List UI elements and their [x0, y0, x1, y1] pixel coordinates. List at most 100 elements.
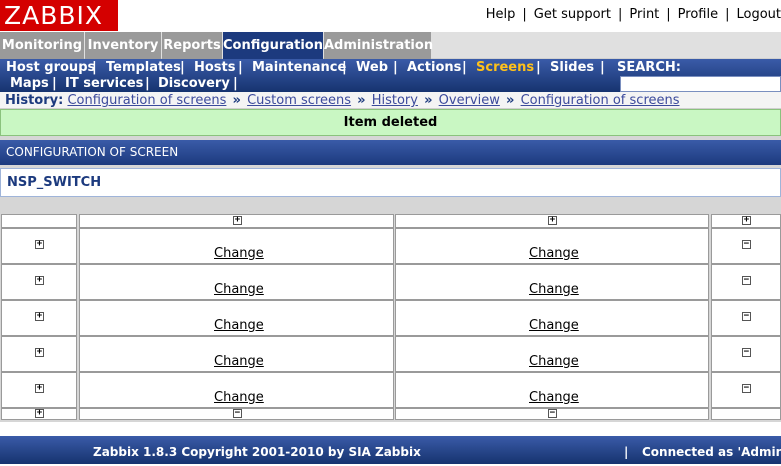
screen-grid: + + + + Change Change − + Change Change − + Change Ch…	[0, 212, 781, 422]
tab-inventory[interactable]: Inventory	[85, 32, 161, 59]
grid-cell: Change	[79, 300, 394, 336]
submenu-separator: |	[342, 60, 347, 75]
submenu-separator: |	[600, 60, 605, 75]
search-input[interactable]	[620, 76, 781, 92]
submenu-maps[interactable]: Maps	[10, 76, 49, 92]
top-links: Help | Get support | Print | Profile | Logout	[486, 7, 781, 25]
remove-row-icon[interactable]: −	[742, 348, 751, 357]
remove-row-icon[interactable]: −	[742, 240, 751, 249]
grid-cell: Change	[79, 264, 394, 300]
grid-cell	[1, 214, 77, 228]
change-link[interactable]: Change	[529, 318, 579, 333]
change-link[interactable]: Change	[214, 318, 264, 333]
logout-link[interactable]: Logout	[736, 7, 781, 22]
breadcrumb: History: Configuration of screens » Cust…	[0, 92, 781, 109]
grid-cell: +	[1, 408, 77, 420]
change-link[interactable]: Change	[214, 390, 264, 405]
footer: Zabbix 1.8.3 Copyright 2001-2010 by SIA …	[0, 436, 781, 464]
footer-connected-as: Connected as 'Admin'	[642, 445, 781, 459]
add-column-icon[interactable]: +	[548, 216, 557, 225]
remove-row-icon[interactable]: −	[742, 384, 751, 393]
grid-cell: +	[711, 214, 781, 228]
grid-cell: +	[1, 372, 77, 408]
submenu-discovery[interactable]: Discovery	[158, 76, 230, 92]
history-link-overview[interactable]: Overview	[439, 93, 500, 108]
change-link[interactable]: Change	[529, 354, 579, 369]
grid-cell: +	[79, 214, 394, 228]
history-arrow: »	[357, 93, 366, 108]
tab-configuration[interactable]: Configuration	[223, 32, 323, 59]
footer-copyright: Zabbix 1.8.3 Copyright 2001-2010 by SIA …	[93, 445, 421, 459]
submenu-hosts[interactable]: Hosts	[194, 60, 236, 76]
print-link[interactable]: Print	[629, 7, 659, 22]
toplink-separator: |	[666, 7, 671, 22]
grid-cell: Change	[395, 264, 709, 300]
history-arrow: »	[424, 93, 433, 108]
history-link-custom-screens[interactable]: Custom screens	[247, 93, 351, 108]
status-message: Item deleted	[0, 109, 781, 136]
tab-reports[interactable]: Reports	[162, 32, 222, 59]
submenu-maintenance[interactable]: Maintenance	[252, 60, 346, 76]
add-row-icon[interactable]: +	[35, 276, 44, 285]
grid-cell: −	[395, 408, 709, 420]
grid-cell: +	[395, 214, 709, 228]
change-link[interactable]: Change	[529, 282, 579, 297]
get-support-link[interactable]: Get support	[534, 7, 611, 22]
submenu-actions[interactable]: Actions	[407, 60, 461, 76]
profile-link[interactable]: Profile	[678, 7, 718, 22]
history-label: History:	[5, 93, 64, 108]
change-link[interactable]: Change	[214, 354, 264, 369]
submenu-web[interactable]: Web	[356, 60, 388, 76]
submenu-separator: |	[393, 60, 398, 75]
history-link-history[interactable]: History	[372, 93, 418, 108]
remove-row-icon[interactable]: −	[742, 276, 751, 285]
submenu-separator: |	[233, 76, 238, 91]
submenu-templates[interactable]: Templates	[106, 60, 181, 76]
add-column-icon[interactable]: +	[742, 216, 751, 225]
submenu-separator: |	[180, 60, 185, 75]
help-link[interactable]: Help	[486, 7, 516, 22]
add-column-icon[interactable]: +	[233, 216, 242, 225]
history-link-configuration-of-screens[interactable]: Configuration of screens	[67, 93, 226, 108]
tab-monitoring[interactable]: Monitoring	[0, 32, 84, 59]
grid-cell: −	[711, 264, 781, 300]
submenu-host-groups[interactable]: Host groups	[6, 60, 95, 76]
change-link[interactable]: Change	[529, 246, 579, 261]
section-title: CONFIGURATION OF SCREEN	[0, 140, 781, 165]
remove-column-icon[interactable]: −	[548, 409, 557, 418]
add-row-icon[interactable]: +	[35, 384, 44, 393]
add-row-icon[interactable]: +	[35, 240, 44, 249]
grid-cell: +	[1, 228, 77, 264]
tab-administration[interactable]: Administration	[324, 32, 433, 59]
grid-cell: Change	[79, 336, 394, 372]
remove-row-icon[interactable]: −	[742, 312, 751, 321]
submenu-it-services[interactable]: IT services	[65, 76, 143, 92]
submenu-separator: |	[92, 60, 97, 75]
submenu-slides[interactable]: Slides	[550, 60, 594, 76]
main-tabs: Monitoring Inventory Reports Configurati…	[0, 32, 781, 59]
grid-cell: Change	[395, 228, 709, 264]
change-link[interactable]: Change	[214, 246, 264, 261]
history-arrow: »	[232, 93, 241, 108]
remove-column-icon[interactable]: −	[233, 409, 242, 418]
toplink-separator: |	[725, 7, 730, 22]
toplink-separator: |	[522, 7, 527, 22]
add-row-icon[interactable]: +	[35, 312, 44, 321]
zabbix-logo: ZABBIX	[0, 0, 118, 31]
change-link[interactable]: Change	[214, 282, 264, 297]
add-row-icon[interactable]: +	[35, 348, 44, 357]
grid-cell: −	[711, 372, 781, 408]
add-row-icon[interactable]: +	[35, 409, 44, 418]
submenu-separator: |	[462, 60, 467, 75]
change-link[interactable]: Change	[529, 390, 579, 405]
submenu-separator: |	[52, 76, 57, 91]
grid-cell: Change	[395, 300, 709, 336]
history-link-configuration-of-screens-2[interactable]: Configuration of screens	[521, 93, 680, 108]
grid-cell: −	[711, 228, 781, 264]
submenu-screens[interactable]: Screens	[476, 60, 534, 76]
screen-name: NSP_SWITCH	[0, 168, 781, 197]
submenu-separator: |	[238, 60, 243, 75]
grid-cell: −	[711, 300, 781, 336]
footer-separator: |	[624, 445, 629, 459]
grid-cell: −	[711, 336, 781, 372]
